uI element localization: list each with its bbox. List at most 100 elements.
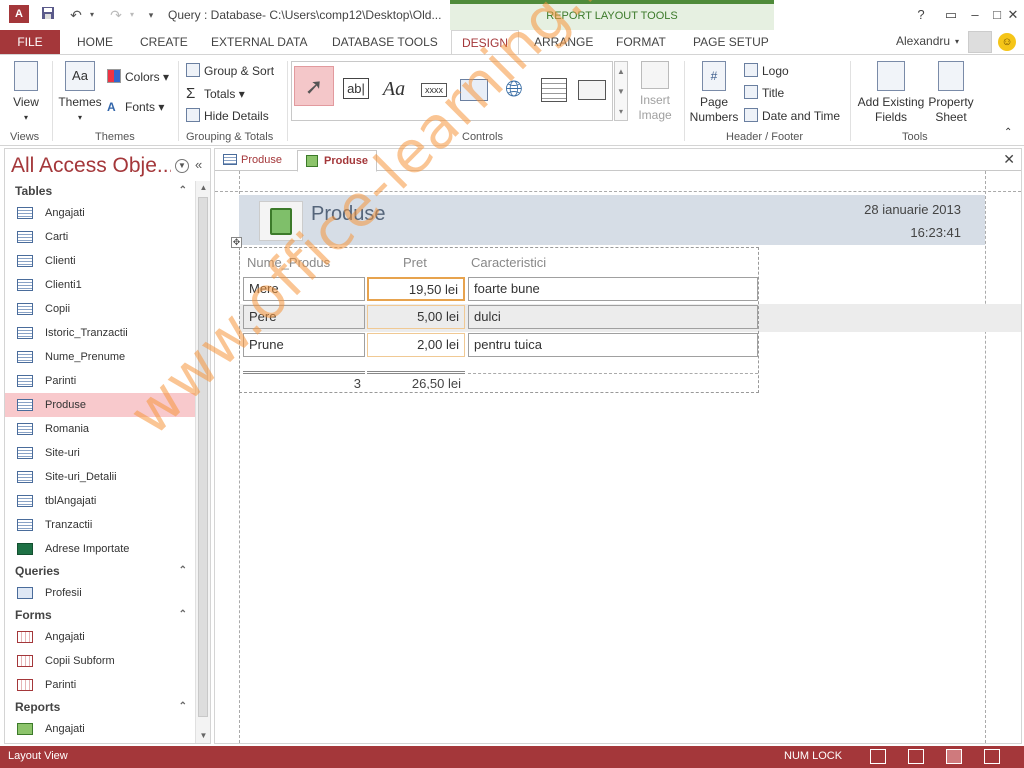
totals-button[interactable]: Σ Totals ▾	[186, 85, 245, 102]
collapse-chevron-icon[interactable]: ⌃	[179, 561, 187, 581]
nav-item[interactable]: Clienti	[5, 249, 195, 273]
nav-pane-dropdown-icon[interactable]: ▼	[175, 159, 189, 173]
column-header-pret[interactable]: Pret	[403, 255, 427, 270]
tab-arrange[interactable]: ARRANGE	[534, 30, 593, 54]
tab-create[interactable]: CREATE	[140, 30, 188, 54]
cell-pret[interactable]: 5,00 lei	[367, 305, 465, 329]
nav-item[interactable]: Parinti	[5, 369, 195, 393]
print-preview-icon[interactable]	[908, 749, 924, 764]
cell-caracteristici[interactable]: pentru tuica	[468, 333, 758, 357]
scroll-thumb[interactable]	[198, 197, 208, 717]
report-date[interactable]: 28 ianuarie 2013	[864, 202, 961, 217]
nav-item[interactable]: Parinti	[5, 673, 195, 697]
nav-item[interactable]: Produse	[5, 741, 195, 743]
group-sort-button[interactable]: Group & Sort	[186, 63, 274, 78]
report-time[interactable]: 16:23:41	[910, 225, 961, 240]
tab-external-data[interactable]: EXTERNAL DATA	[211, 30, 307, 54]
navigation-control-icon[interactable]	[574, 72, 610, 106]
select-pointer-icon[interactable]: ➚	[294, 66, 334, 106]
tab-database-tools[interactable]: DATABASE TOOLS	[332, 30, 438, 54]
scroll-up-icon[interactable]: ▲	[196, 181, 211, 195]
redo-dropdown-icon[interactable]: ▾	[126, 5, 138, 25]
user-name[interactable]: Alexandru	[896, 34, 950, 48]
save-icon[interactable]	[38, 5, 58, 25]
themes-button[interactable]: Aa Themes ▾	[58, 61, 102, 125]
doc-tab-produse-table[interactable]: Produse	[215, 150, 290, 171]
design-view-icon[interactable]	[984, 749, 1000, 764]
redo-icon[interactable]: ↷	[106, 5, 126, 25]
add-existing-fields-button[interactable]: Add Existing Fields	[856, 61, 926, 125]
cell-pret[interactable]: 2,00 lei	[367, 333, 465, 357]
help-button[interactable]: ?	[910, 5, 932, 25]
label-control-icon[interactable]: Aa	[376, 72, 412, 106]
date-time-button[interactable]: Date and Time	[744, 108, 840, 123]
close-window-button[interactable]: ✕	[1002, 5, 1024, 25]
nav-category-tables[interactable]: Tables ⌃	[5, 181, 195, 201]
scroll-down-icon[interactable]: ▼	[196, 729, 211, 743]
report-title[interactable]: Produse	[311, 203, 386, 226]
nav-item[interactable]: Adrese Importate	[5, 537, 195, 561]
title-button[interactable]: Title	[744, 85, 784, 100]
layout-view-icon[interactable]	[946, 749, 962, 764]
restore-ribbon-icon[interactable]: ▭	[940, 5, 962, 25]
cell-nume[interactable]: Prune	[243, 333, 365, 357]
customize-qat-icon[interactable]: ▾	[144, 5, 158, 25]
nav-item[interactable]: Site-uri_Detalii	[5, 465, 195, 489]
nav-item[interactable]: Tranzactii	[5, 513, 195, 537]
tab-home[interactable]: HOME	[77, 30, 113, 54]
undo-dropdown-icon[interactable]: ▾	[86, 5, 98, 25]
nav-item[interactable]: Copii	[5, 297, 195, 321]
collapse-ribbon-icon[interactable]: ⌃	[1004, 127, 1012, 138]
nav-item[interactable]: Romania	[5, 417, 195, 441]
collapse-chevron-icon[interactable]: ⌃	[179, 605, 187, 625]
nav-category-forms[interactable]: Forms ⌃	[5, 605, 195, 625]
avatar[interactable]	[968, 31, 992, 53]
tab-page-setup[interactable]: PAGE SETUP	[693, 30, 769, 54]
controls-gallery-scroll[interactable]: ▲ ▼ ▾	[614, 61, 628, 121]
total-sum[interactable]: 26,50 lei	[367, 371, 465, 389]
minimize-button[interactable]: –	[964, 5, 986, 25]
colors-button[interactable]: Colors ▾	[107, 69, 169, 84]
tab-format[interactable]: FORMAT	[616, 30, 666, 54]
cell-nume[interactable]: Pere	[243, 305, 365, 329]
cell-nume[interactable]: Mere	[243, 277, 365, 301]
total-count[interactable]: 3	[243, 371, 365, 389]
column-header-nume-produs[interactable]: Nume_Produs	[247, 255, 330, 270]
nav-item[interactable]: Copii Subform	[5, 649, 195, 673]
cell-pret[interactable]: 19,50 lei	[367, 277, 465, 301]
nav-item[interactable]: tblAngajati	[5, 489, 195, 513]
report-view-icon[interactable]	[870, 749, 886, 764]
feedback-smiley-icon[interactable]: ☺	[998, 33, 1016, 51]
tab-control-icon[interactable]	[456, 72, 492, 106]
nav-item[interactable]: Angajati	[5, 625, 195, 649]
page-numbers-button[interactable]: # Page Numbers	[688, 61, 740, 125]
column-header-caracteristici[interactable]: Caracteristici	[471, 255, 546, 270]
report-header[interactable]: Produse 28 ianuarie 2013 16:23:41	[239, 195, 985, 245]
nav-item[interactable]: Angajati	[5, 201, 195, 225]
access-app-icon[interactable]: A	[9, 5, 29, 23]
nav-pane-title[interactable]: All Access Obje...	[11, 154, 171, 178]
nav-item[interactable]: Nume_Prenume	[5, 345, 195, 369]
web-browser-control-icon[interactable]	[536, 72, 572, 106]
close-document-icon[interactable]: ✕	[1003, 151, 1015, 168]
insert-image-button[interactable]: Insert Image	[632, 61, 678, 123]
doc-tab-produse-report[interactable]: Produse	[297, 150, 378, 172]
cell-caracteristici[interactable]: foarte bune	[468, 277, 758, 301]
collapse-chevron-icon[interactable]: ⌃	[179, 181, 187, 201]
tab-design[interactable]: DESIGN	[451, 30, 519, 55]
user-dropdown-icon[interactable]: ▾	[955, 30, 959, 54]
property-sheet-button[interactable]: Property Sheet	[926, 61, 976, 125]
logo-button[interactable]: Logo	[744, 63, 789, 78]
fonts-button[interactable]: A Fonts ▾	[107, 100, 164, 114]
textbox-control-icon[interactable]: ab|	[338, 72, 374, 106]
nav-item[interactable]: Angajati	[5, 717, 195, 741]
button-control-icon[interactable]: xxxx	[416, 72, 452, 106]
nav-category-reports[interactable]: Reports ⌃	[5, 697, 195, 717]
cell-caracteristici[interactable]: dulci	[468, 305, 758, 329]
report-logo-icon[interactable]	[259, 201, 303, 241]
nav-item[interactable]: Produse	[5, 393, 195, 417]
nav-item[interactable]: Clienti1	[5, 273, 195, 297]
nav-pane-collapse-icon[interactable]: «	[195, 157, 202, 172]
hide-details-button[interactable]: Hide Details	[186, 108, 269, 123]
collapse-chevron-icon[interactable]: ⌃	[179, 697, 187, 717]
